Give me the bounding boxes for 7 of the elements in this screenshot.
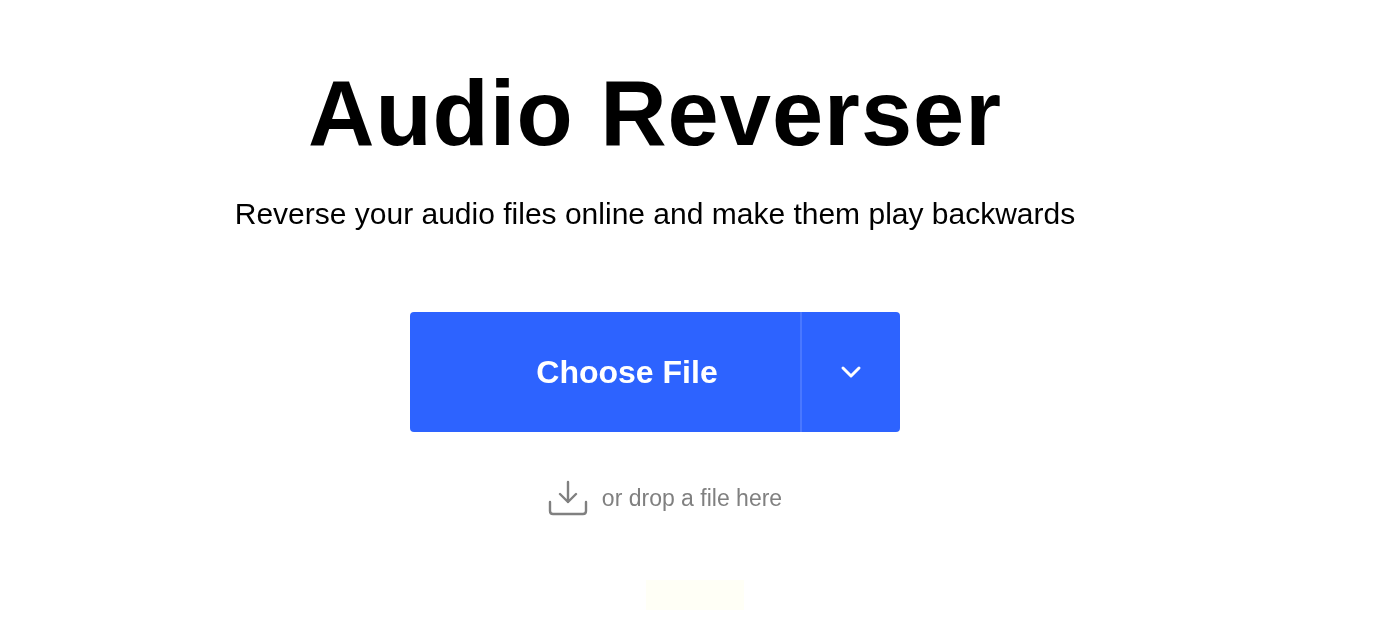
- choose-file-button[interactable]: Choose File: [410, 312, 800, 432]
- download-icon: [547, 480, 588, 516]
- page-subtitle: Reverse your audio files online and make them play backwards: [234, 196, 1076, 232]
- dropdown-button[interactable]: [800, 312, 900, 432]
- page-title: Audio Reverser: [308, 61, 1002, 166]
- chevron-down-icon: [840, 365, 862, 379]
- drop-hint: or drop a file here: [601, 484, 783, 512]
